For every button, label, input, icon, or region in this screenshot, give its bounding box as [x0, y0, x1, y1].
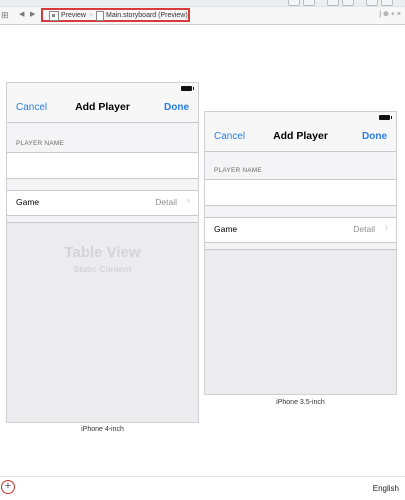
breadcrumb-item-storyboard[interactable]: Main.storyboard (Preview) — [106, 10, 188, 21]
navigation-bar: Cancel Add Player Done — [7, 95, 198, 123]
table-view-placeholder — [205, 249, 396, 394]
related-items-grid-icon[interactable]: ⊞ — [1, 9, 11, 21]
bottom-divider — [0, 476, 405, 477]
game-cell-detail: Detail — [155, 197, 177, 207]
game-cell-title: Game — [16, 197, 40, 207]
table-view-title: Table View — [64, 244, 141, 261]
game-cell-title: Game — [214, 224, 238, 234]
chevron-right-icon: › — [384, 222, 388, 233]
table-view-placeholder: Table View Static Content — [7, 222, 198, 422]
status-bar — [7, 83, 198, 95]
player-name-field[interactable] — [7, 152, 198, 179]
game-cell-detail: Detail — [353, 224, 375, 234]
device-label-4-inch: iPhone 4-inch — [81, 426, 124, 433]
iphone-3-5-inch-preview: Cancel Add Player Done PLAYER NAME Game … — [204, 111, 397, 395]
preview-icon — [49, 11, 59, 21]
add-device-button[interactable]: + — [1, 480, 15, 494]
done-button[interactable]: Done — [164, 102, 189, 113]
language-selector[interactable]: English — [373, 484, 399, 493]
jump-bar: ⊞ ◀ ▶ Preview › Main.storyboard (Preview… — [0, 6, 405, 25]
navigation-bar: Cancel Add Player Done — [205, 124, 396, 152]
status-bar — [205, 112, 396, 124]
device-label-3-5-inch: iPhone 3.5-inch — [276, 399, 325, 406]
done-button[interactable]: Done — [362, 131, 387, 142]
game-cell[interactable]: Game Detail › — [7, 190, 198, 216]
breadcrumb-chevron-icon: › — [90, 12, 93, 19]
battery-icon — [379, 115, 392, 120]
breadcrumb: Preview › Main.storyboard (Preview) — [41, 8, 190, 22]
section-header-player-name: PLAYER NAME — [214, 167, 262, 174]
storyboard-file-icon — [96, 11, 104, 21]
table-view-subtitle: Static Content — [73, 264, 132, 274]
player-name-field[interactable] — [205, 179, 396, 206]
breadcrumb-item-preview[interactable]: Preview — [61, 10, 86, 21]
section-header-player-name: PLAYER NAME — [16, 140, 64, 147]
battery-icon — [181, 86, 194, 91]
jump-bar-right-controls[interactable]: | ⊕ + × — [379, 9, 401, 21]
chevron-right-icon: › — [186, 195, 190, 206]
back-arrow-icon[interactable]: ◀ — [19, 9, 24, 21]
iphone-4-inch-preview: Cancel Add Player Done PLAYER NAME Game … — [6, 82, 199, 423]
forward-arrow-icon[interactable]: ▶ — [30, 9, 35, 21]
game-cell[interactable]: Game Detail › — [205, 217, 396, 243]
